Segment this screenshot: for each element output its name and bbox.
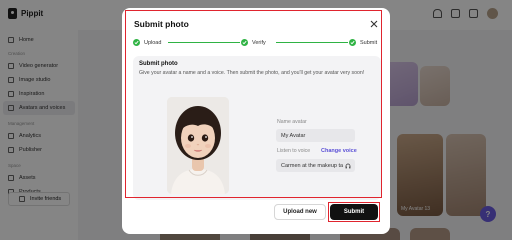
check-icon (133, 39, 140, 46)
submit-panel: Submit photo Give your avatar a name and… (133, 56, 381, 200)
step-label: Upload (144, 39, 162, 46)
panel-description: Give your avatar a name and a voice. The… (139, 70, 365, 76)
step-upload: Upload (133, 39, 161, 46)
avatar-name-input[interactable]: My Avatar (276, 129, 355, 142)
name-avatar-label: Name avatar (277, 119, 307, 125)
avatar-photo (167, 97, 229, 194)
step-label: Submit (360, 39, 378, 46)
close-button[interactable] (369, 19, 379, 29)
panel-title: Submit photo (139, 61, 178, 67)
check-icon (349, 39, 356, 46)
check-icon (241, 39, 248, 46)
step-label: Verify (252, 39, 266, 46)
headphones-icon (345, 163, 351, 168)
change-voice-link[interactable]: Change voice (321, 148, 357, 154)
step-connector (168, 42, 240, 43)
progress-stepper: Upload Verify Submit (133, 39, 381, 51)
upload-new-button[interactable]: Upload new (274, 204, 326, 220)
submit-button[interactable]: Submit (330, 204, 378, 220)
voice-name: Carmen at the makeup ta (281, 162, 344, 169)
step-verify: Verify (241, 39, 266, 46)
step-submit: Submit (349, 39, 377, 46)
dialog-title: Submit photo (134, 19, 189, 29)
step-connector (276, 42, 348, 43)
submit-photo-dialog: Submit photo Upload Verify Submit Submit… (122, 8, 390, 234)
voice-selector[interactable]: Carmen at the makeup ta (276, 159, 355, 172)
close-icon (370, 20, 378, 28)
listen-to-voice-label: Listen to voice (277, 148, 311, 154)
